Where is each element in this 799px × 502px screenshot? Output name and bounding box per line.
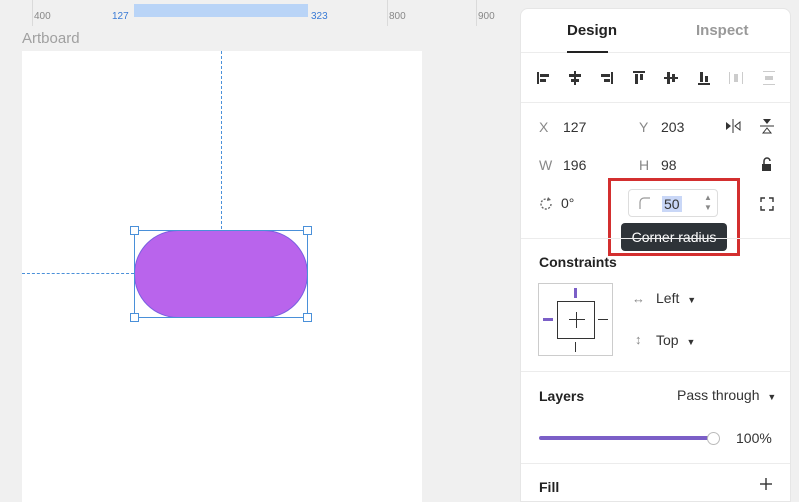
resize-handle-top-right[interactable] [303,226,312,235]
align-left-icon[interactable] [536,70,552,86]
chevron-down-icon: ▼ [767,392,777,402]
vertical-constraint-value: Top [656,332,679,348]
ruler-tick [32,0,33,26]
ruler-tick [476,0,477,26]
stepper-down-icon[interactable]: ▼ [704,203,712,212]
panel-tabs: Design Inspect [521,9,790,53]
horizontal-guide [22,273,134,274]
h-label: H [639,157,650,173]
constraint-left-indicator[interactable] [543,318,553,321]
ruler-label-400: 400 [34,11,51,22]
ruler-selection-range [134,4,308,17]
selection-box [134,230,308,318]
opacity-slider-handle[interactable] [707,432,720,445]
plus-icon-v [576,312,577,328]
corner-radius-value[interactable]: 50 [662,196,682,212]
vertical-constraint-dropdown[interactable]: Top ▼ [656,332,695,348]
lock-aspect-ratio-icon[interactable] [759,156,775,172]
constraint-bottom-indicator[interactable] [575,342,576,352]
tab-inspect[interactable]: Inspect [696,22,749,39]
opacity-value[interactable]: 100% [736,430,772,446]
divider [521,238,790,239]
resize-handle-bottom-right[interactable] [303,313,312,322]
y-field[interactable]: 203 [661,119,684,135]
stepper-up-icon[interactable]: ▲ [704,193,712,202]
align-vertical-center-icon[interactable] [663,70,679,86]
constraint-right-indicator[interactable] [598,319,608,320]
chevron-down-icon: ▼ [686,337,696,347]
align-right-icon[interactable] [598,70,614,86]
constraint-inner-box [557,301,595,339]
vertical-constraint-icon: ↕ [635,332,642,347]
flip-horizontal-icon[interactable] [725,118,741,134]
plus-icon-h [569,319,585,320]
opacity-slider-track[interactable] [539,436,715,440]
ruler-label-800: 800 [389,11,406,22]
properties-panel: Design Inspect X 127 Y 203 W 196 H 98 0°… [520,8,791,502]
independent-corners-icon[interactable] [759,196,775,212]
vertical-guide [221,51,222,229]
divider [521,463,790,464]
align-top-icon[interactable] [631,70,647,86]
rotation-field[interactable]: 0° [561,195,574,211]
layers-title: Layers [539,388,585,404]
blend-mode-value: Pass through [677,387,760,403]
distribute-horizontal-icon[interactable] [728,70,744,86]
align-bottom-icon[interactable] [696,70,712,86]
resize-handle-top-left[interactable] [130,226,139,235]
top-ruler: 400 127 323 800 900 [0,0,513,26]
chevron-down-icon: ▼ [687,295,697,305]
horizontal-constraint-value: Left [656,290,680,306]
w-field[interactable]: 196 [563,157,586,173]
corner-radius-icon [638,196,652,210]
ruler-label-selection-end: 323 [311,11,328,22]
constraint-top-indicator[interactable] [574,288,577,298]
ruler-tick [387,0,388,26]
blend-mode-dropdown[interactable]: Pass through ▼ [677,387,776,403]
x-field[interactable]: 127 [563,119,586,135]
distribute-vertical-icon[interactable] [761,70,777,86]
alignment-toolbar [521,53,790,103]
fill-title: Fill [539,479,560,495]
ruler-label-900: 900 [478,11,495,22]
x-label: X [539,119,549,135]
h-field[interactable]: 98 [661,157,677,173]
divider [521,371,790,372]
horizontal-constraint-dropdown[interactable]: Left ▼ [656,290,696,306]
corner-radius-tooltip: Corner radius [621,223,727,251]
w-label: W [539,157,553,173]
artboard-label[interactable]: Artboard [22,30,80,47]
constraints-title: Constraints [539,254,617,270]
add-fill-icon[interactable] [759,477,773,491]
flip-vertical-icon[interactable] [759,118,775,134]
horizontal-constraint-icon: ↔ [632,291,645,306]
constraints-widget[interactable] [538,283,613,356]
corner-radius-input[interactable]: 50 ▲ ▼ [628,189,718,217]
resize-handle-bottom-left[interactable] [130,313,139,322]
align-horizontal-center-icon[interactable] [567,70,583,86]
y-label: Y [639,119,649,135]
tab-design[interactable]: Design [567,22,617,39]
ruler-label-selection-start: 127 [112,11,129,22]
rotation-icon [538,196,554,212]
